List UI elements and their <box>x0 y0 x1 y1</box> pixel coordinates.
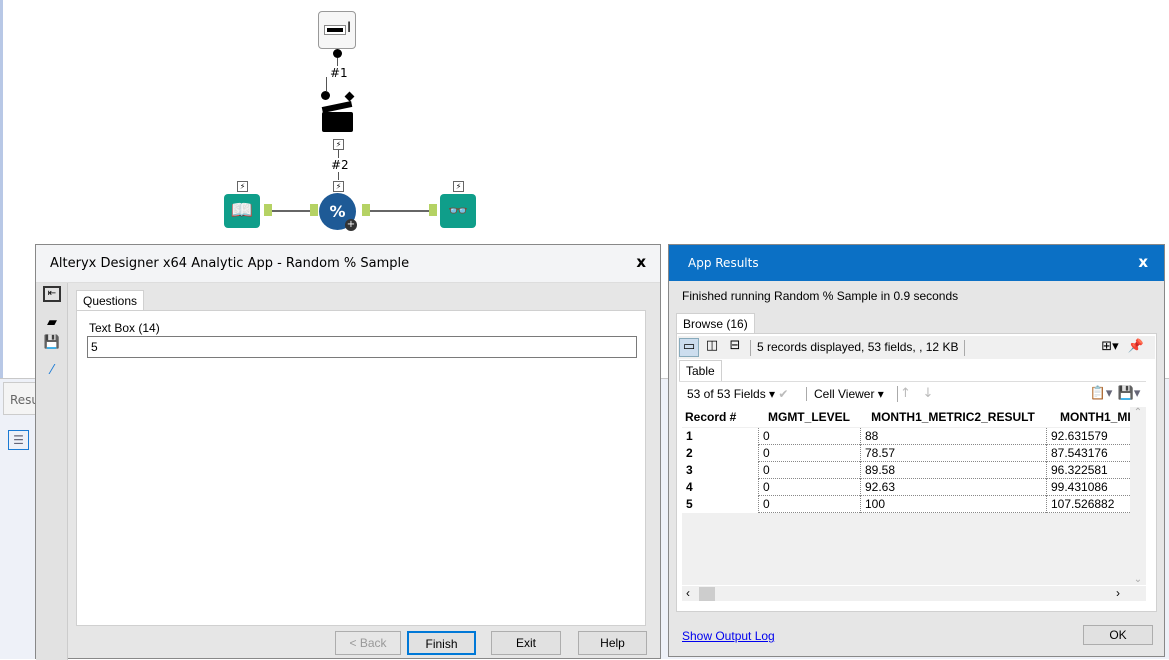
tab-questions[interactable]: Questions <box>76 290 145 310</box>
table-cell[interactable]: 0 <box>758 428 860 445</box>
scroll-right-icon[interactable]: › <box>1116 586 1120 600</box>
side-toolbar: ⇤ ▰ 💾 ⁄ <box>36 283 68 660</box>
table-cell[interactable]: 0 <box>758 496 860 513</box>
tool-label-2: #2 <box>331 158 349 172</box>
tab-table[interactable]: Table <box>679 360 722 381</box>
table-cell[interactable]: 88 <box>860 428 1046 445</box>
exit-panel-icon[interactable]: ⇤ <box>43 286 61 302</box>
scroll-thumb[interactable] <box>699 587 715 601</box>
results-title: App Results <box>688 256 759 270</box>
add-window-icon[interactable]: ⊞▾ <box>1098 339 1122 355</box>
table-cell[interactable]: 100 <box>860 496 1046 513</box>
close-button[interactable]: x <box>636 253 646 271</box>
show-output-log-link[interactable]: Show Output Log <box>682 629 775 643</box>
back-button[interactable]: < Back <box>335 631 401 655</box>
table-cell[interactable]: 0 <box>758 462 860 479</box>
results-table: Record # MGMT_LEVEL MONTH1_METRIC2_RESUL… <box>682 407 1146 601</box>
table-cell[interactable]: 0 <box>758 445 860 462</box>
scroll-down-icon[interactable]: ⌄ <box>1130 574 1146 585</box>
arrow-down-icon[interactable]: ↓ <box>920 386 936 402</box>
plus-icon: + <box>345 219 357 231</box>
column-header[interactable]: MONTH1_MI <box>1046 407 1130 427</box>
records-summary: 5 records displayed, 53 fields, , 12 KB <box>750 340 966 356</box>
horizontal-scrollbar[interactable]: ‹ › <box>682 585 1146 601</box>
table-cell[interactable]: 96.322581 <box>1046 462 1130 479</box>
table-cell[interactable]: 107.526882 <box>1046 496 1130 513</box>
column-header[interactable]: MONTH1_METRIC2_RESULT <box>860 407 1046 427</box>
help-button[interactable]: Help <box>578 631 647 655</box>
fields-dropdown[interactable]: 53 of 53 Fields ▾ ✔ <box>687 387 788 401</box>
arrow-up-icon[interactable]: ↑ <box>897 386 913 402</box>
table-cell[interactable]: 89.58 <box>860 462 1046 479</box>
input-tool[interactable]: 📖 <box>224 194 260 228</box>
text-box-label: Text Box (14) <box>89 321 160 335</box>
clipboard-icon[interactable]: 📋▾ <box>1089 386 1113 402</box>
magic-wand-icon[interactable]: ⁄ <box>43 363 61 379</box>
text-cursor-icon: I <box>347 20 352 36</box>
question-anchor-icon <box>333 49 342 58</box>
text-box-input[interactable] <box>87 336 637 358</box>
table-row[interactable]: 5 0 100 107.526882 <box>682 496 1130 513</box>
ok-button[interactable]: OK <box>1083 625 1153 645</box>
table-row[interactable]: 1 0 88 92.631579 <box>682 428 1130 445</box>
table-cell[interactable]: 92.631579 <box>1046 428 1130 445</box>
vertical-scrollbar[interactable]: ⌃ ⌄ <box>1130 407 1146 585</box>
action-tool[interactable] <box>322 112 353 132</box>
bolt-icon: ⚡ <box>333 181 344 192</box>
fields-dropdown-label: 53 of 53 Fields <box>687 387 766 401</box>
bolt-icon: ⚡ <box>333 139 344 150</box>
scroll-left-icon[interactable]: ‹ <box>686 586 690 600</box>
analytic-app-dialog: Alteryx Designer x64 Analytic App - Rand… <box>35 244 661 660</box>
dialog-title: Alteryx Designer x64 Analytic App - Rand… <box>50 256 410 271</box>
split-vertical-icon[interactable]: ◫ <box>702 338 722 354</box>
record-number: 5 <box>682 496 758 513</box>
list-view-icon[interactable]: ☰ <box>8 430 29 450</box>
column-header[interactable]: Record # <box>682 407 758 427</box>
scroll-up-icon[interactable]: ⌃ <box>1130 407 1146 418</box>
run-status: Finished running Random % Sample in 0.9 … <box>682 289 959 303</box>
bolt-icon: ⚡ <box>237 181 248 192</box>
table-cell[interactable]: 0 <box>758 479 860 496</box>
table-row[interactable]: 4 0 92.63 99.431086 <box>682 479 1130 496</box>
finish-button[interactable]: Finish <box>407 631 476 655</box>
text-box-tool[interactable]: I <box>318 11 356 49</box>
table-row[interactable]: 3 0 89.58 96.322581 <box>682 462 1130 479</box>
table-cell[interactable]: 78.57 <box>860 445 1046 462</box>
record-number: 2 <box>682 445 758 462</box>
output-anchor[interactable] <box>264 204 272 216</box>
results-tab[interactable]: Results <box>3 382 37 415</box>
questions-panel: Text Box (14) <box>76 310 646 626</box>
table-row[interactable]: 2 0 78.57 87.543176 <box>682 445 1130 462</box>
table-cell[interactable]: 92.63 <box>860 479 1046 496</box>
input-anchor[interactable] <box>310 204 318 216</box>
record-number: 1 <box>682 428 758 445</box>
browse-tool[interactable]: 👓 <box>440 194 476 228</box>
diamond-icon <box>344 91 355 102</box>
open-folder-icon[interactable]: ▰ <box>43 315 61 331</box>
save-icon[interactable]: 💾 <box>43 335 61 351</box>
column-header[interactable]: MGMT_LEVEL <box>758 407 860 427</box>
exit-button[interactable]: Exit <box>491 631 561 655</box>
split-horizontal-icon[interactable]: ⊟ <box>725 338 745 354</box>
dialog-title-bar: Alteryx Designer x64 Analytic App - Rand… <box>36 245 660 283</box>
table-cell[interactable]: 99.431086 <box>1046 479 1130 496</box>
save-icon[interactable]: 💾▾ <box>1116 386 1142 402</box>
table-header: Record # MGMT_LEVEL MONTH1_METRIC2_RESUL… <box>682 407 1130 427</box>
table-cell[interactable]: 87.543176 <box>1046 445 1130 462</box>
apply-check-icon[interactable]: ✔ <box>778 387 788 401</box>
tool-label-1: #1 <box>330 66 348 80</box>
pin-icon[interactable]: 📌 <box>1127 339 1145 355</box>
bolt-icon: ⚡ <box>453 181 464 192</box>
input-anchor[interactable] <box>429 204 437 216</box>
cell-viewer-label: Cell Viewer <box>814 387 875 401</box>
tab-browse[interactable]: Browse (16) <box>676 313 755 334</box>
results-title-bar: App Results x <box>669 245 1164 281</box>
record-number: 3 <box>682 462 758 479</box>
single-view-icon[interactable]: ▭ <box>679 338 699 357</box>
cell-viewer-dropdown[interactable]: Cell Viewer ▾ <box>806 387 884 401</box>
close-button[interactable]: x <box>1138 253 1148 271</box>
question-anchor-icon <box>321 91 330 100</box>
record-number: 4 <box>682 479 758 496</box>
output-anchor[interactable] <box>362 204 370 216</box>
